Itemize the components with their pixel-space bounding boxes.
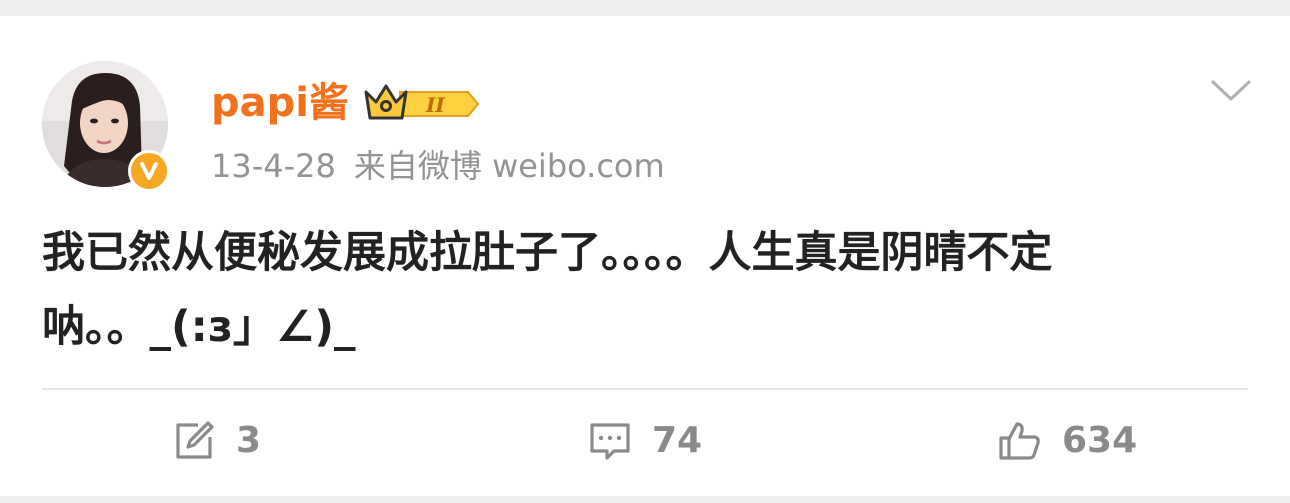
- share-icon: [176, 421, 214, 459]
- divider: [42, 388, 1248, 390]
- verified-badge-icon: [128, 150, 170, 192]
- comment-icon: [590, 423, 630, 460]
- comment-count: 74: [652, 420, 703, 461]
- thumbs-up-icon: [999, 422, 1040, 460]
- post-date[interactable]: 13-4-28: [211, 147, 336, 185]
- post-text-line: 呐。。_(:з」∠)_: [42, 302, 356, 352]
- chevron-down-icon[interactable]: [1210, 78, 1252, 104]
- like-count: 634: [1062, 420, 1138, 461]
- member-level-label: II: [425, 93, 445, 117]
- post-meta: 13-4-28 来自微博 weibo.com: [211, 146, 665, 186]
- post-text-line: 我已然从便秘发展成拉肚子了。。。。人生真是阴晴不定: [42, 228, 1053, 278]
- post-text: 我已然从便秘发展成拉肚子了。。。。人生真是阴晴不定 呐。。_(:з」∠)_: [42, 216, 1242, 364]
- repost-count: 3: [236, 420, 262, 461]
- member-crown-badge-icon[interactable]: II: [364, 82, 482, 126]
- username[interactable]: papi酱: [211, 78, 349, 128]
- repost-button[interactable]: 3: [172, 416, 261, 466]
- like-button[interactable]: 634: [998, 416, 1137, 466]
- comment-button[interactable]: 74: [588, 416, 702, 466]
- weibo-post-card: papi酱 II 13-4-28 来自微博 weibo.com 我已然从便秘发展成…: [0, 16, 1290, 496]
- post-source: 来自微博 weibo.com: [353, 147, 665, 185]
